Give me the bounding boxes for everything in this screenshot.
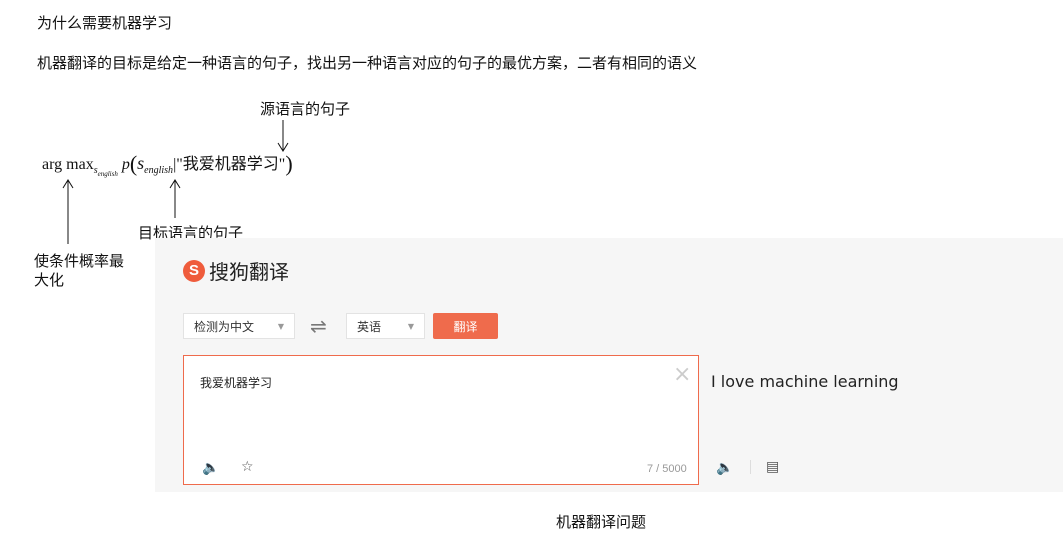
swap-languages-icon[interactable]: ⇌ [310,314,327,338]
chevron-down-icon: ▼ [277,321,284,331]
copy-icon[interactable]: ▤ [766,459,779,475]
sogou-logo-text: 搜狗翻译 [209,260,289,284]
source-language-label: 检测为中文 [194,319,255,334]
arrow-to-argmax [62,179,74,244]
result-speaker-icon[interactable]: 🔈 [716,460,733,476]
speaker-icon[interactable]: 🔈 [202,460,219,476]
star-icon[interactable]: ☆ [241,459,254,475]
sogou-logo-icon: S [183,259,205,282]
arrow-to-target [169,179,181,218]
character-count: 7 / 5000 [647,463,687,475]
target-language-label: 英语 [357,319,382,334]
sogou-logo: S 搜狗翻译 [183,256,289,285]
icon-divider [750,460,751,474]
target-language-select[interactable]: 英语 ▼ [346,313,425,339]
figure-caption: 机器翻译问题 [556,513,647,531]
source-language-select[interactable]: 检测为中文 ▼ [183,313,295,339]
clear-input-icon[interactable]: × [673,362,691,387]
translation-result: I love machine learning [711,372,899,391]
chevron-down-icon: ▼ [407,321,414,331]
translate-button[interactable]: 翻译 [433,313,498,339]
source-input-text[interactable]: 我爱机器学习 [200,374,272,391]
arrow-to-source [277,120,289,152]
